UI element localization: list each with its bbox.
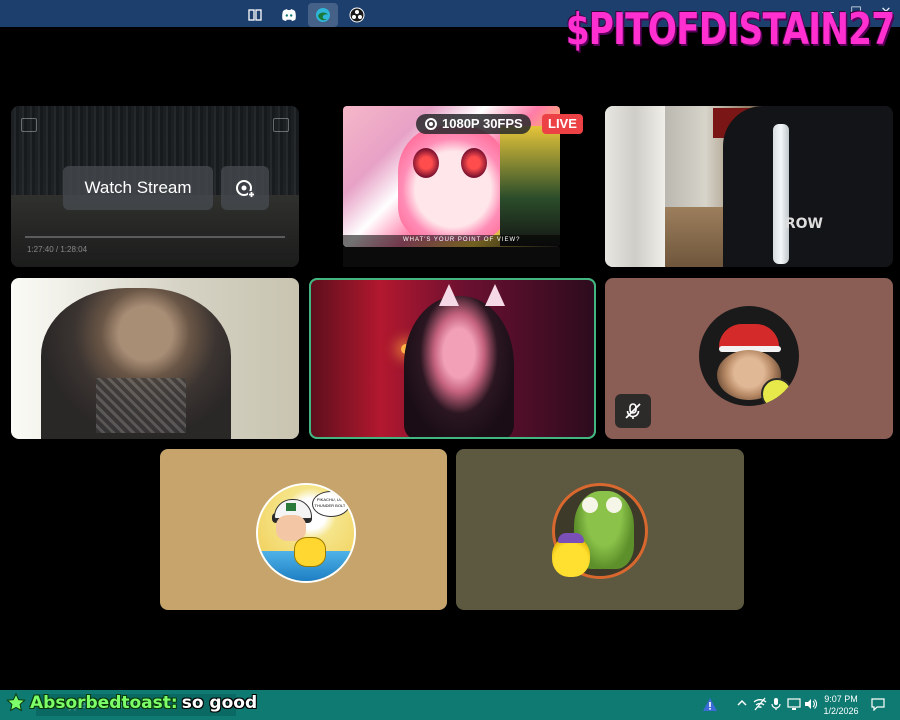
video-tile-webcam-room[interactable]: ROW bbox=[605, 106, 893, 267]
duck-hat bbox=[558, 533, 584, 543]
streamer-name-overlay: $PITOFDISTAIN27 bbox=[565, 4, 894, 55]
chat-overlay-line: Absorbedtoast: so good bbox=[6, 690, 257, 716]
volume-icon[interactable] bbox=[802, 697, 818, 713]
notification-icon[interactable] bbox=[870, 697, 886, 713]
taskbar-edge[interactable] bbox=[308, 3, 338, 27]
live-badge: LIVE bbox=[542, 114, 583, 134]
warning-triangle-icon bbox=[703, 698, 717, 711]
eye-plus-icon bbox=[236, 180, 255, 198]
edge-browser-icon bbox=[316, 8, 330, 22]
discord-icon bbox=[282, 9, 296, 21]
preview-control-icon bbox=[21, 118, 37, 132]
anime-eye-left bbox=[413, 148, 439, 178]
task-view-button[interactable] bbox=[240, 3, 270, 27]
avatar-tile-kermit[interactable] bbox=[456, 449, 744, 610]
join-stream-icon-button[interactable] bbox=[221, 166, 269, 210]
stream-tile-basketball[interactable]: 1:27:40 / 1:28:04 Watch Stream bbox=[11, 106, 299, 267]
anime-eye-right bbox=[461, 148, 487, 178]
network-icon[interactable] bbox=[786, 697, 802, 713]
anime-face bbox=[398, 126, 508, 241]
warning-icon[interactable] bbox=[702, 697, 718, 713]
stream-letterbox bbox=[343, 247, 560, 267]
shirt-graphic bbox=[96, 378, 186, 433]
obs-icon bbox=[349, 7, 365, 23]
speaking-indicator-ring bbox=[309, 278, 596, 439]
task-view-icon bbox=[248, 9, 262, 21]
stream-caption-text: WHAT'S YOUR POINT OF VIEW? bbox=[403, 237, 521, 243]
avatar-tile-pikachu[interactable]: PIKACHU, USE THUNDER BOLT ! bbox=[160, 449, 447, 610]
mic-muted-icon bbox=[625, 403, 641, 419]
star-badge-icon bbox=[6, 693, 26, 712]
viewer-eye-icon bbox=[425, 118, 437, 130]
preview-progress-bar bbox=[25, 236, 285, 238]
tennis-ball bbox=[761, 378, 793, 406]
avatar: PIKACHU, USE THUNDER BOLT ! bbox=[256, 483, 356, 583]
taskbar-discord[interactable] bbox=[274, 3, 304, 27]
watch-stream-button[interactable]: Watch Stream bbox=[63, 166, 213, 210]
resolution-badge: 1080P 30FPS bbox=[416, 114, 531, 134]
clock-time: 9:07 PM bbox=[824, 694, 858, 704]
curtain bbox=[605, 106, 665, 267]
person-shirt bbox=[723, 106, 893, 267]
muted-indicator bbox=[615, 394, 651, 428]
preview-timecode: 1:27:40 / 1:28:04 bbox=[27, 245, 88, 254]
avatar bbox=[552, 483, 648, 579]
glass-object bbox=[773, 124, 789, 264]
network-muted-icon[interactable] bbox=[752, 697, 768, 713]
cap-logo bbox=[286, 503, 296, 511]
chat-username: Absorbedtoast: bbox=[30, 693, 178, 713]
shirt-print-text: ROW bbox=[784, 216, 823, 232]
frog-eye-left bbox=[582, 497, 598, 513]
avatar-tile-cat-santa[interactable] bbox=[605, 278, 893, 439]
tray-overflow-chevron-icon[interactable] bbox=[734, 697, 750, 713]
taskbar-obs[interactable] bbox=[342, 3, 372, 27]
video-tile-bearded-man[interactable] bbox=[11, 278, 299, 439]
anime-character-2 bbox=[500, 126, 560, 246]
rubber-duck bbox=[552, 537, 590, 577]
taskbar-clock[interactable]: 9:07 PM 1/2/2026 bbox=[818, 693, 864, 717]
frog-eye-right bbox=[606, 497, 622, 513]
avatar bbox=[699, 306, 799, 406]
resolution-label: 1080P 30FPS bbox=[442, 116, 523, 131]
microphone-icon[interactable] bbox=[768, 697, 784, 713]
clock-date: 1/2/2026 bbox=[823, 706, 859, 716]
speech-bubble: PIKACHU, USE THUNDER BOLT ! bbox=[312, 491, 350, 517]
video-tile-speaking[interactable] bbox=[309, 278, 596, 439]
preview-fullscreen-icon bbox=[273, 118, 289, 132]
chat-message: so good bbox=[181, 693, 258, 713]
pikachu bbox=[294, 537, 326, 567]
